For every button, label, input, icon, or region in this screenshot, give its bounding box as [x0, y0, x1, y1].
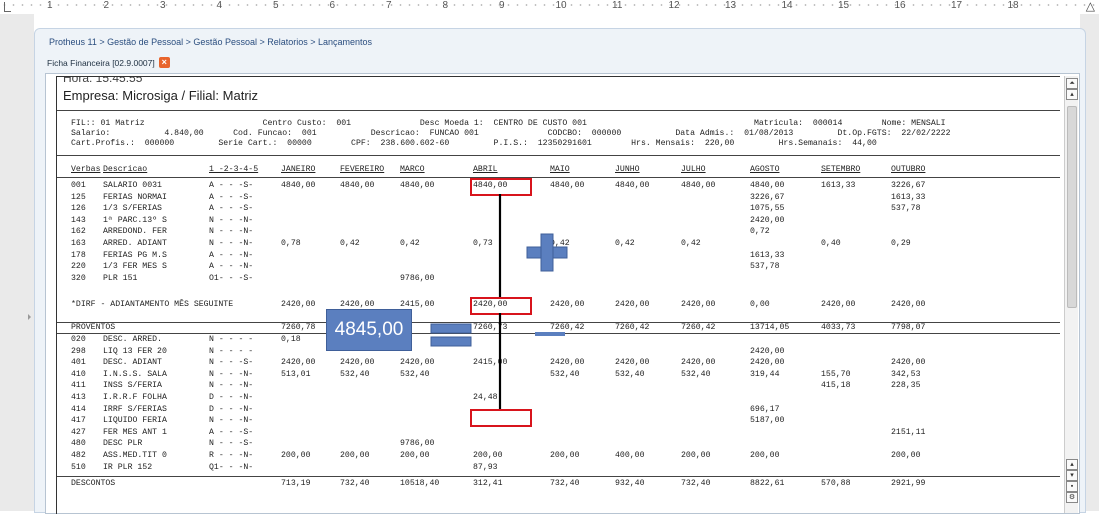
ruler-label: 7 [386, 0, 392, 11]
ruler-label: 12 [668, 0, 680, 11]
report-page: Hora: 15:45:55 Empresa: Microsiga / Fili… [56, 76, 1060, 514]
scroll-thumb[interactable] [1067, 106, 1077, 308]
scroll-page-icon[interactable]: ▪ [1066, 481, 1078, 492]
left-margin [0, 14, 34, 511]
annotation-overlay [430, 194, 568, 409]
ruler-label: 17 [951, 0, 963, 11]
tab-bar: Ficha Financeira [02.9.0007] × [47, 57, 170, 71]
ruler-label: 11 [612, 0, 623, 11]
ruler-label: 8 [442, 0, 449, 11]
annotation-sum-box: 4845,00 [326, 309, 412, 351]
ruler-label: 9 [499, 0, 505, 11]
ruler-label: 15 [838, 0, 850, 11]
vertical-scrollbar[interactable]: ⏶ ▴ ▴ ▾ ▪ ⚙ [1064, 76, 1078, 513]
ruler-label: 4 [216, 0, 223, 11]
ruler-corner [4, 2, 11, 12]
ruler-label: 2 [103, 0, 110, 11]
ruler-label: 1 [47, 0, 53, 11]
scroll-settings-icon[interactable]: ⚙ [1066, 492, 1078, 503]
report-frame: Hora: 15:45:55 Empresa: Microsiga / Fili… [45, 73, 1080, 514]
ruler-end-icon: △ [1085, 0, 1095, 13]
scroll-up-icon[interactable]: ▴ [1066, 89, 1078, 100]
plus-icon [540, 233, 554, 272]
ruler-label: 13 [725, 0, 737, 11]
scroll-down-icon[interactable]: ▾ [1066, 470, 1078, 481]
ruler-label: 6 [329, 0, 336, 11]
equals-icon [430, 323, 472, 334]
ruler-label: 14 [781, 0, 793, 11]
scroll-top-icon[interactable]: ⏶ [1066, 78, 1078, 89]
protheus-window: Protheus 11 > Gestão de Pessoal > Gestão… [34, 28, 1086, 514]
equals-icon [430, 336, 472, 347]
ruler-label: 10 [555, 0, 567, 11]
ruler: 1 2 3 4 5 6 7 8 9 10 11 12 13 14 15 16 17 18 △ [0, 0, 1099, 14]
scroll-up2-icon[interactable]: ▴ [1066, 459, 1078, 470]
tab-label: Ficha Financeira [02.9.0007] [47, 57, 155, 68]
ruler-label: 3 [160, 0, 166, 11]
minus-icon [535, 332, 565, 336]
expand-arrow-icon[interactable] [28, 314, 31, 320]
ruler-label: 16 [894, 0, 906, 11]
ruler-label: 18 [1007, 0, 1019, 11]
close-icon[interactable]: × [158, 57, 170, 68]
tab-ficha-financeira[interactable]: Ficha Financeira [02.9.0007] × [47, 57, 170, 68]
ruler-label: 5 [273, 0, 279, 11]
breadcrumb: Protheus 11 > Gestão de Pessoal > Gestão… [49, 37, 373, 47]
